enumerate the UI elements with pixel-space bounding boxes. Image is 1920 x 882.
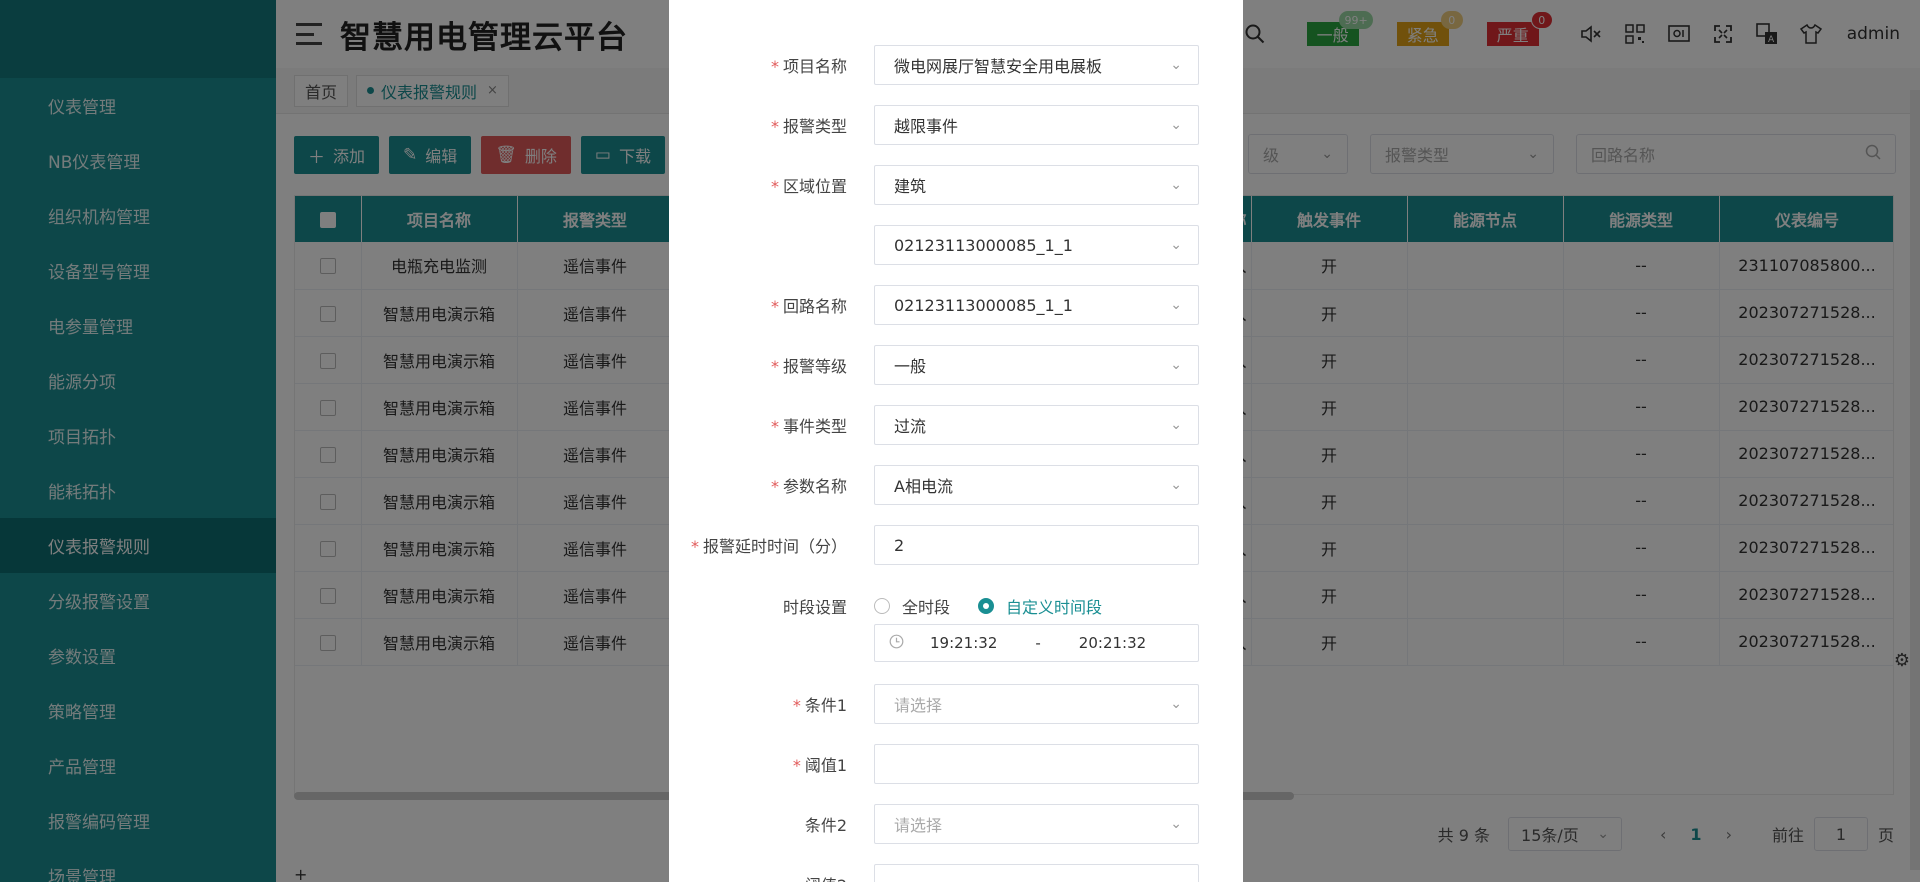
field-project-name: * 项目名称 微电网展厅智慧安全用电展板 ⌄ <box>669 45 1243 85</box>
end-time[interactable]: 20:21:32 <box>1079 634 1146 652</box>
select-value: 微电网展厅智慧安全用电展板 <box>894 57 1103 76</box>
field-label: 项目名称 <box>782 57 847 76</box>
select-value: 过流 <box>894 417 927 436</box>
radio-label: 全时段 <box>902 598 951 617</box>
field-alarm-type: * 报警类型 越限事件 ⌄ <box>669 105 1243 145</box>
field-label: 阈值1 <box>804 756 847 775</box>
field-threshold-2: 阈值2 <box>669 864 1243 882</box>
period-radio-group: 全时段 自定义时间段 <box>874 594 1130 618</box>
chevron-down-icon: ⌄ <box>1170 297 1182 313</box>
required-mark: * <box>792 756 801 775</box>
field-label: 参数名称 <box>782 477 847 496</box>
field-period: 时段设置 全时段 自定义时间段 <box>669 586 1243 626</box>
chevron-down-icon: ⌄ <box>1170 816 1182 832</box>
select-value: 02123113000085_1_1 <box>894 235 1073 255</box>
chevron-down-icon: ⌄ <box>1170 177 1182 193</box>
field-label: 报警延时时间（分） <box>702 537 847 556</box>
area-sub-select[interactable]: 02123113000085_1_1 ⌄ <box>874 225 1199 265</box>
field-alarm-level: * 报警等级 一般 ⌄ <box>669 345 1243 385</box>
field-param-name: * 参数名称 A相电流 ⌄ <box>669 465 1243 505</box>
field-label: 区域位置 <box>782 177 847 196</box>
select-placeholder: 请选择 <box>894 696 943 715</box>
required-mark: * <box>770 477 779 496</box>
clock-icon <box>889 634 904 653</box>
select-value: 一般 <box>894 357 927 376</box>
chevron-down-icon: ⌄ <box>1170 117 1182 133</box>
field-area-location: * 区域位置 建筑 ⌄ <box>669 165 1243 205</box>
field-label: 条件2 <box>804 816 847 835</box>
required-mark: * <box>690 537 699 556</box>
alarm-rule-dialog: * 项目名称 微电网展厅智慧安全用电展板 ⌄ * 报警类型 越限事件 ⌄ * 区域位置 建… <box>669 0 1243 882</box>
field-area-sub: 02123113000085_1_1 ⌄ <box>669 225 1243 265</box>
chevron-down-icon: ⌄ <box>1170 357 1182 373</box>
chevron-down-icon: ⌄ <box>1170 477 1182 493</box>
select-value: 建筑 <box>894 177 927 196</box>
alarm-level-select[interactable]: 一般 ⌄ <box>874 345 1199 385</box>
field-label: 阈值2 <box>669 872 861 882</box>
condition-2-select[interactable]: 请选择 ⌄ <box>874 804 1199 844</box>
required-mark: * <box>770 57 779 76</box>
field-event-type: * 事件类型 过流 ⌄ <box>669 405 1243 445</box>
required-mark: * <box>770 357 779 376</box>
radio-circle <box>978 598 995 614</box>
chevron-down-icon: ⌄ <box>1170 237 1182 253</box>
area-location-select[interactable]: 建筑 ⌄ <box>874 165 1199 205</box>
field-threshold-1: * 阈值1 <box>669 744 1243 784</box>
field-label: 回路名称 <box>782 297 847 316</box>
input-value: 2 <box>894 535 905 555</box>
select-value: A相电流 <box>894 477 953 496</box>
radio-custom-period[interactable]: 自定义时间段 <box>978 594 1102 618</box>
param-name-select[interactable]: A相电流 ⌄ <box>874 465 1199 505</box>
alarm-delay-input[interactable]: 2 <box>874 525 1199 565</box>
field-label: 报警等级 <box>782 357 847 376</box>
field-label: 条件1 <box>804 696 847 715</box>
range-separator: - <box>1035 634 1041 652</box>
chevron-down-icon: ⌄ <box>1170 417 1182 433</box>
circuit-name-select[interactable]: 02123113000085_1_1 ⌄ <box>874 285 1199 325</box>
select-value: 越限事件 <box>894 117 959 136</box>
chevron-down-icon: ⌄ <box>1170 57 1182 73</box>
required-mark: * <box>770 297 779 316</box>
required-mark: * <box>792 696 801 715</box>
field-label: 报警类型 <box>782 117 847 136</box>
required-mark: * <box>770 417 779 436</box>
radio-label: 自定义时间段 <box>1006 598 1103 617</box>
field-condition-1: * 条件1 请选择 ⌄ <box>669 684 1243 724</box>
required-mark: * <box>770 117 779 136</box>
field-circuit-name: * 回路名称 02123113000085_1_1 ⌄ <box>669 285 1243 325</box>
start-time[interactable]: 19:21:32 <box>930 634 997 652</box>
condition-1-select[interactable]: 请选择 ⌄ <box>874 684 1199 724</box>
field-label: 事件类型 <box>782 417 847 436</box>
select-value: 02123113000085_1_1 <box>894 295 1073 315</box>
alarm-type-select[interactable]: 越限事件 ⌄ <box>874 105 1199 145</box>
threshold-2-input[interactable] <box>874 864 1199 882</box>
event-type-select[interactable]: 过流 ⌄ <box>874 405 1199 445</box>
field-alarm-delay: * 报警延时时间（分） 2 <box>669 525 1243 565</box>
threshold-1-input[interactable] <box>874 744 1199 784</box>
field-condition-2: 条件2 请选择 ⌄ <box>669 804 1243 844</box>
select-placeholder: 请选择 <box>894 816 943 835</box>
required-mark: * <box>770 177 779 196</box>
project-name-select[interactable]: 微电网展厅智慧安全用电展板 ⌄ <box>874 45 1199 85</box>
radio-all-day[interactable]: 全时段 <box>874 594 950 618</box>
chevron-down-icon: ⌄ <box>1170 696 1182 712</box>
field-label: 时段设置 <box>782 598 847 617</box>
time-range-picker[interactable]: 19:21:32 - 20:21:32 <box>874 624 1199 662</box>
radio-circle <box>874 598 890 614</box>
